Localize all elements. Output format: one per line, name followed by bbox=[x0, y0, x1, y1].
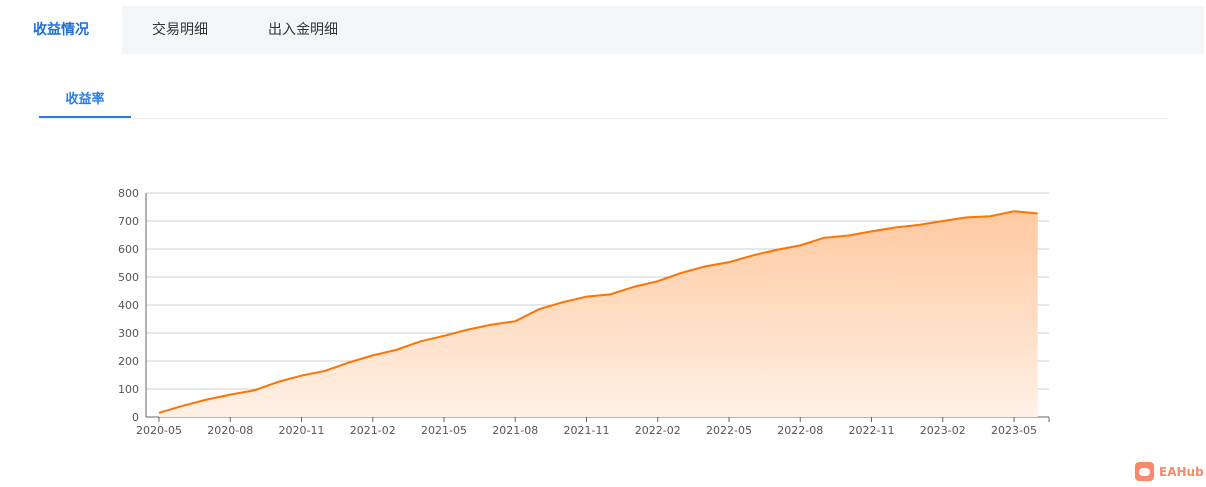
x-tick-label: 2023-05 bbox=[991, 424, 1037, 437]
y-tick-label: 500 bbox=[118, 271, 139, 284]
x-tick-label: 2020-11 bbox=[279, 424, 325, 437]
y-tick-label: 700 bbox=[118, 215, 139, 228]
x-tick-label: 2020-05 bbox=[136, 424, 182, 437]
y-tick-label: 400 bbox=[118, 299, 139, 312]
x-tick-label: 2022-05 bbox=[706, 424, 752, 437]
x-tick-label: 2022-11 bbox=[849, 424, 895, 437]
y-tick-label: 0 bbox=[132, 411, 139, 424]
x-tick-label: 2020-08 bbox=[207, 424, 253, 437]
y-tick-label: 200 bbox=[118, 355, 139, 368]
x-tick-label: 2021-08 bbox=[492, 424, 538, 437]
x-tick-label: 2022-02 bbox=[635, 424, 681, 437]
y-tick-label: 300 bbox=[118, 327, 139, 340]
return-rate-chart: 0 100 200 300 400 500 600 700 800 2020-05 2020-08 2… bbox=[118, 187, 1050, 437]
eahub-logo: EAHub bbox=[1135, 462, 1204, 481]
y-tick-label: 800 bbox=[118, 187, 139, 200]
x-tick-label: 2023-02 bbox=[920, 424, 966, 437]
x-tick-label: 2022-08 bbox=[777, 424, 823, 437]
x-tick-label: 2021-02 bbox=[350, 424, 396, 437]
pig-icon bbox=[1135, 462, 1154, 481]
y-tick-label: 100 bbox=[118, 383, 139, 396]
y-tick-label: 600 bbox=[118, 243, 139, 256]
logo-text: EAHub bbox=[1159, 464, 1204, 479]
x-tick-label: 2021-11 bbox=[564, 424, 610, 437]
area-fill bbox=[159, 211, 1038, 417]
x-tick-label: 2021-05 bbox=[421, 424, 467, 437]
